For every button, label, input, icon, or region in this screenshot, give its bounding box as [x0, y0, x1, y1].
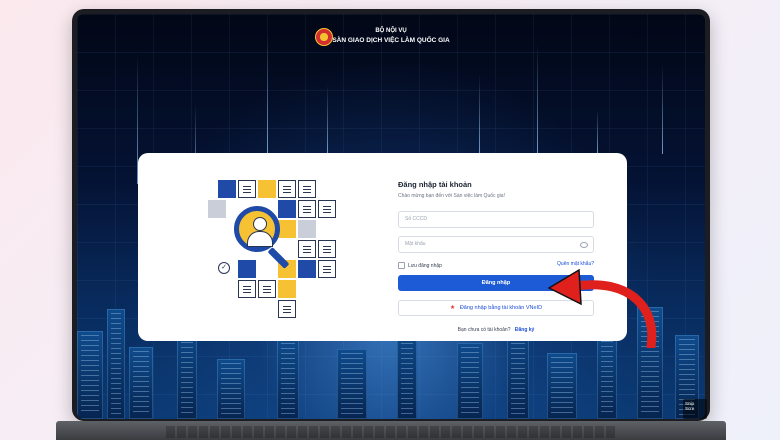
document-icon — [238, 280, 256, 298]
building — [129, 347, 153, 419]
person-body — [247, 231, 273, 247]
vneid-login-label: Đăng nhập bằng tài khoản VNeID — [459, 305, 543, 311]
checkmark-icon: ✓ — [218, 262, 230, 274]
document-icon — [318, 260, 336, 278]
illustration-tile — [278, 200, 296, 218]
document-icon — [278, 300, 296, 318]
forgot-password-link[interactable]: Quên mật khẩu? — [557, 261, 594, 267]
illustration-tile — [298, 260, 316, 278]
building — [397, 329, 417, 419]
magnifier-icon — [234, 206, 280, 252]
illustration-tile — [238, 260, 256, 278]
light-beam — [662, 64, 663, 154]
building — [107, 309, 125, 419]
login-title: Đăng nhập tài khoản — [398, 180, 472, 189]
document-icon — [318, 240, 336, 258]
person-head — [253, 217, 267, 231]
building — [547, 353, 577, 419]
document-icon — [298, 200, 316, 218]
login-subtitle: Chào mừng bạn đến với Sàn việc làm Quốc … — [398, 193, 505, 199]
laptop-frame: BỘ NỘI VỤ SÀN GIAO DỊCH VIỆC LÀM QUỐC GI… — [72, 9, 710, 421]
recruitment-illustration: ✓ — [208, 180, 344, 318]
light-beam — [479, 74, 480, 154]
ministry-name: BỘ NỘI VỤ — [375, 28, 407, 34]
light-beam — [597, 109, 598, 154]
signup-link[interactable]: Đăng ký — [515, 327, 534, 333]
illustration-tile — [278, 220, 296, 238]
building — [337, 349, 367, 419]
account-input[interactable]: Số CCCD — [398, 211, 594, 228]
document-icon — [318, 200, 336, 218]
laptop-keyboard-base — [56, 421, 726, 440]
illustration-tile — [208, 200, 226, 218]
illustration-tile — [258, 180, 276, 198]
building — [457, 343, 483, 419]
document-icon — [298, 240, 316, 258]
password-input[interactable]: Mật khẩu — [398, 236, 594, 253]
building — [277, 339, 299, 419]
illustration-tile — [218, 180, 236, 198]
snip-widget[interactable]: Snip Scre — [683, 399, 707, 419]
exchange-name: SÀN GIAO DỊCH VIỆC LÀM QUỐC GIA — [332, 37, 450, 44]
document-icon — [278, 180, 296, 198]
light-beam — [267, 34, 268, 154]
document-icon — [238, 180, 256, 198]
red-arrow-annotation — [547, 268, 657, 348]
document-icon — [258, 280, 276, 298]
building — [77, 331, 103, 419]
light-beam — [327, 84, 328, 154]
remember-label: Lưu đăng nhập — [408, 262, 442, 269]
remember-login[interactable]: Lưu đăng nhập — [398, 262, 442, 269]
eye-icon[interactable] — [580, 242, 588, 248]
snip-widget-line2: Scre — [685, 406, 695, 411]
document-icon — [298, 180, 316, 198]
light-beam — [537, 44, 538, 154]
screen: BỘ NỘI VỤ SÀN GIAO DỊCH VIỆC LÀM QUỐC GI… — [77, 14, 705, 419]
illustration-tile — [298, 220, 316, 238]
password-placeholder: Mật khẩu — [405, 241, 426, 247]
star-icon: ★ — [449, 305, 456, 311]
building — [217, 359, 245, 419]
no-account-text: Bạn chưa có tài khoản? — [457, 327, 511, 333]
illustration-tile — [278, 280, 296, 298]
keyboard-keys — [166, 426, 616, 438]
remember-checkbox[interactable] — [398, 262, 405, 269]
